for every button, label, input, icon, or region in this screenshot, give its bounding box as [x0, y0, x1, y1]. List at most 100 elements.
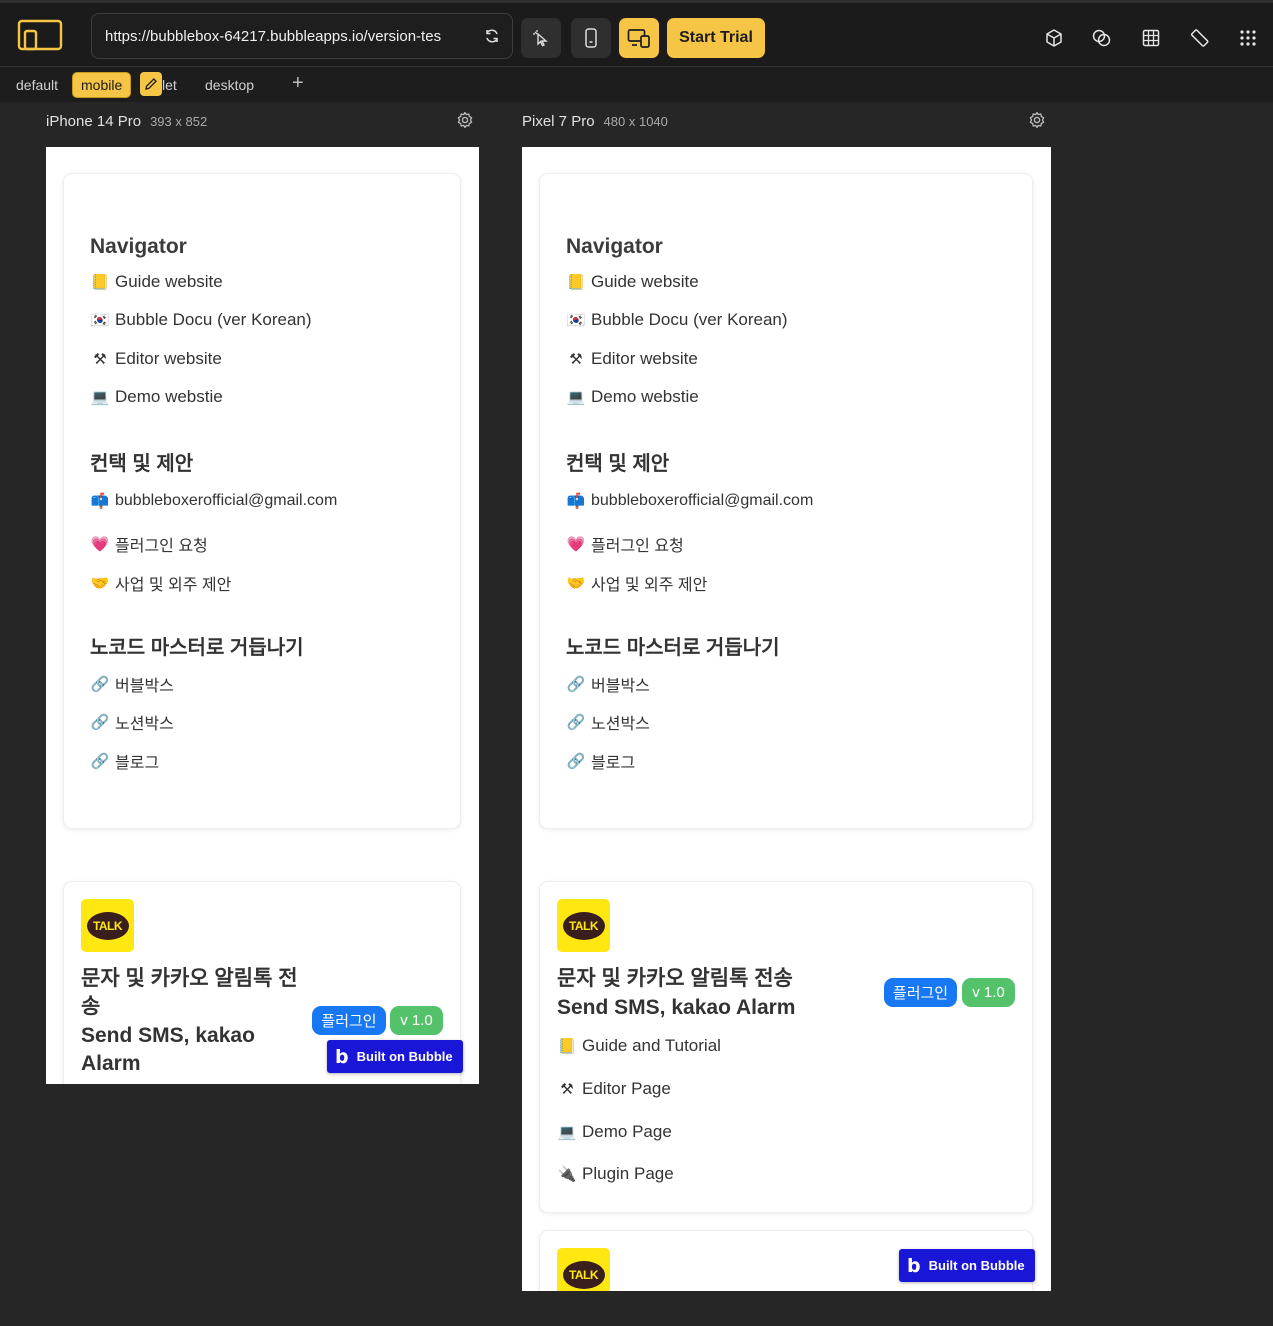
reload-icon[interactable] — [472, 28, 512, 44]
link-guide-website[interactable]: 📒 Guide website — [566, 272, 699, 292]
link-bubble-docu[interactable]: 🇰🇷 Bubble Docu (ver Korean) — [90, 310, 312, 330]
korea-flag-icon: 🇰🇷 — [566, 312, 586, 329]
iphone-preview-frame: Navigator 📒 Guide website 🇰🇷 Bubble Docu (… — [46, 147, 479, 1084]
link-label: 사업 및 외주 제안 — [591, 577, 708, 594]
tab-mobile[interactable]: mobile — [72, 72, 132, 98]
plugin-title-en: Send SMS, kakao Alarm — [557, 996, 796, 1019]
add-breakpoint-button[interactable]: + — [292, 72, 304, 95]
link-bubble-docu[interactable]: 🇰🇷 Bubble Docu (ver Korean) — [566, 310, 788, 330]
link-editor-website[interactable]: ⚒ Editor website — [566, 349, 698, 369]
kakao-talk-logo: TALK — [557, 1248, 610, 1291]
link-label: bubbleboxerofficial@gmail.com — [115, 492, 338, 509]
notebook-icon: 📒 — [566, 274, 586, 291]
responsive-icon[interactable] — [619, 18, 659, 58]
link-demo-website[interactable]: 💻 Demo webstie — [90, 387, 223, 407]
apps-grid-icon[interactable] — [1235, 25, 1261, 51]
link-label: 사업 및 외주 제안 — [115, 577, 232, 594]
kakao-talk-logo: TALK — [557, 899, 610, 952]
cursor-icon[interactable] — [521, 18, 561, 58]
link-plugin-request[interactable]: 💗 플러그인 요청 — [566, 532, 684, 556]
link-business-proposal[interactable]: 🤝 사업 및 외주 제안 — [566, 571, 708, 595]
mailbox-icon: 📫 — [566, 493, 586, 510]
link-bubblebox[interactable]: 🔗 버블박스 — [566, 672, 650, 696]
version-badge: v 1.0 — [390, 1006, 443, 1035]
master-title: 노코드 마스터로 거듭나기 — [566, 637, 780, 659]
link-bubblebox[interactable]: 🔗 버블박스 — [90, 672, 174, 696]
laptop-icon: 💻 — [557, 1124, 577, 1141]
cube-icon[interactable] — [1041, 25, 1067, 51]
link-label: 플러그인 요청 — [591, 538, 684, 555]
device-dims: 480 x 1040 — [603, 113, 668, 129]
device-header-iphone: iPhone 14 Pro 393 x 852 — [46, 110, 207, 132]
device-header-pixel: Pixel 7 Pro 480 x 1040 — [522, 110, 668, 132]
notebook-icon: 📒 — [90, 274, 110, 291]
overlap-icon[interactable] — [1089, 25, 1115, 51]
notebook-icon: 📒 — [557, 1038, 577, 1055]
pixel-preview-frame: Navigator 📒 Guide website 🇰🇷 Bubble Docu (… — [522, 147, 1051, 1291]
ruler-icon[interactable] — [1186, 25, 1212, 51]
link-label: Bubble Docu (ver Korean) — [591, 310, 788, 329]
link-plugin-request[interactable]: 💗 플러그인 요청 — [90, 532, 208, 556]
bubble-logo-icon: b — [907, 1254, 921, 1277]
logo-icon[interactable] — [14, 15, 66, 55]
gear-icon[interactable] — [456, 111, 474, 129]
link-label: 버블박스 — [591, 678, 650, 695]
link-label: 노션박스 — [591, 716, 650, 733]
link-email[interactable]: 📫 bubbleboxerofficial@gmail.com — [566, 491, 814, 511]
plugin-title-ko: 문자 및 카카오 알림톡 전송 — [557, 967, 793, 990]
link-notionbox[interactable]: 🔗 노션박스 — [566, 710, 650, 734]
link-label: Demo Page — [582, 1122, 672, 1141]
link-guide-website[interactable]: 📒 Guide website — [90, 272, 223, 292]
link-blog[interactable]: 🔗 블로그 — [566, 749, 636, 773]
link-blog[interactable]: 🔗 블로그 — [90, 749, 160, 773]
plugin-badge: 플러그인 — [312, 1006, 386, 1035]
device-name: Pixel 7 Pro — [522, 112, 595, 130]
built-on-bubble-button[interactable]: b Built on Bubble — [327, 1040, 463, 1073]
version-badge: v 1.0 — [962, 978, 1015, 1007]
link-demo-website[interactable]: 💻 Demo webstie — [566, 387, 699, 407]
link-icon: 🔗 — [566, 676, 586, 693]
link-icon: 🔗 — [566, 714, 586, 731]
grid-icon[interactable] — [1138, 25, 1164, 51]
pencil-icon[interactable] — [140, 72, 162, 96]
link-demo-page[interactable]: 💻 Demo Page — [557, 1122, 672, 1142]
plugin-title-ko: 문자 및 카카오 알림톡 전 송 — [81, 967, 298, 1018]
built-on-bubble-button[interactable]: b Built on Bubble — [899, 1249, 1035, 1282]
handshake-icon: 🤝 — [90, 575, 110, 592]
link-label: 플러그인 요청 — [115, 538, 208, 555]
kakao-talk-logo: TALK — [81, 899, 134, 952]
link-notionbox[interactable]: 🔗 노션박스 — [90, 710, 174, 734]
link-label: bubbleboxerofficial@gmail.com — [591, 492, 814, 509]
korea-flag-icon: 🇰🇷 — [90, 312, 110, 329]
laptop-icon: 💻 — [566, 389, 586, 406]
link-email[interactable]: 📫 bubbleboxerofficial@gmail.com — [90, 491, 338, 511]
phone-icon[interactable] — [571, 18, 611, 58]
mailbox-icon: 📫 — [90, 493, 110, 510]
gear-icon[interactable] — [1028, 111, 1046, 129]
link-plugin-page[interactable]: 🔌 Plugin Page — [557, 1164, 674, 1184]
link-label: Guide website — [591, 272, 699, 291]
link-label: Plugin Page — [582, 1164, 674, 1183]
tab-default[interactable]: default — [8, 72, 66, 98]
link-editor-website[interactable]: ⚒ Editor website — [90, 349, 222, 369]
link-label: Guide website — [115, 272, 223, 291]
link-label: 버블박스 — [115, 678, 174, 695]
link-business-proposal[interactable]: 🤝 사업 및 외주 제안 — [90, 571, 232, 595]
link-label: 노션박스 — [115, 716, 174, 733]
navigator-title: Navigator — [90, 235, 187, 258]
tab-desktop[interactable]: desktop — [197, 72, 262, 98]
url-input[interactable]: https://bubblebox-64217.bubbleapps.io/ve… — [91, 13, 513, 59]
contact-title: 컨택 및 제안 — [566, 453, 670, 475]
link-editor-page[interactable]: ⚒ Editor Page — [557, 1079, 671, 1099]
heart-icon: 💗 — [90, 536, 110, 553]
link-label: Editor Page — [582, 1079, 671, 1098]
heart-icon: 💗 — [566, 536, 586, 553]
link-label: Demo webstie — [115, 387, 223, 406]
link-label: Bubble Docu (ver Korean) — [115, 310, 312, 329]
link-icon: 🔗 — [566, 753, 586, 770]
link-guide-tutorial[interactable]: 📒 Guide and Tutorial — [557, 1036, 721, 1056]
device-dims: 393 x 852 — [150, 113, 208, 129]
start-trial-button[interactable]: Start Trial — [667, 18, 765, 58]
link-icon: 🔗 — [90, 753, 110, 770]
contact-title: 컨택 및 제안 — [90, 453, 194, 475]
